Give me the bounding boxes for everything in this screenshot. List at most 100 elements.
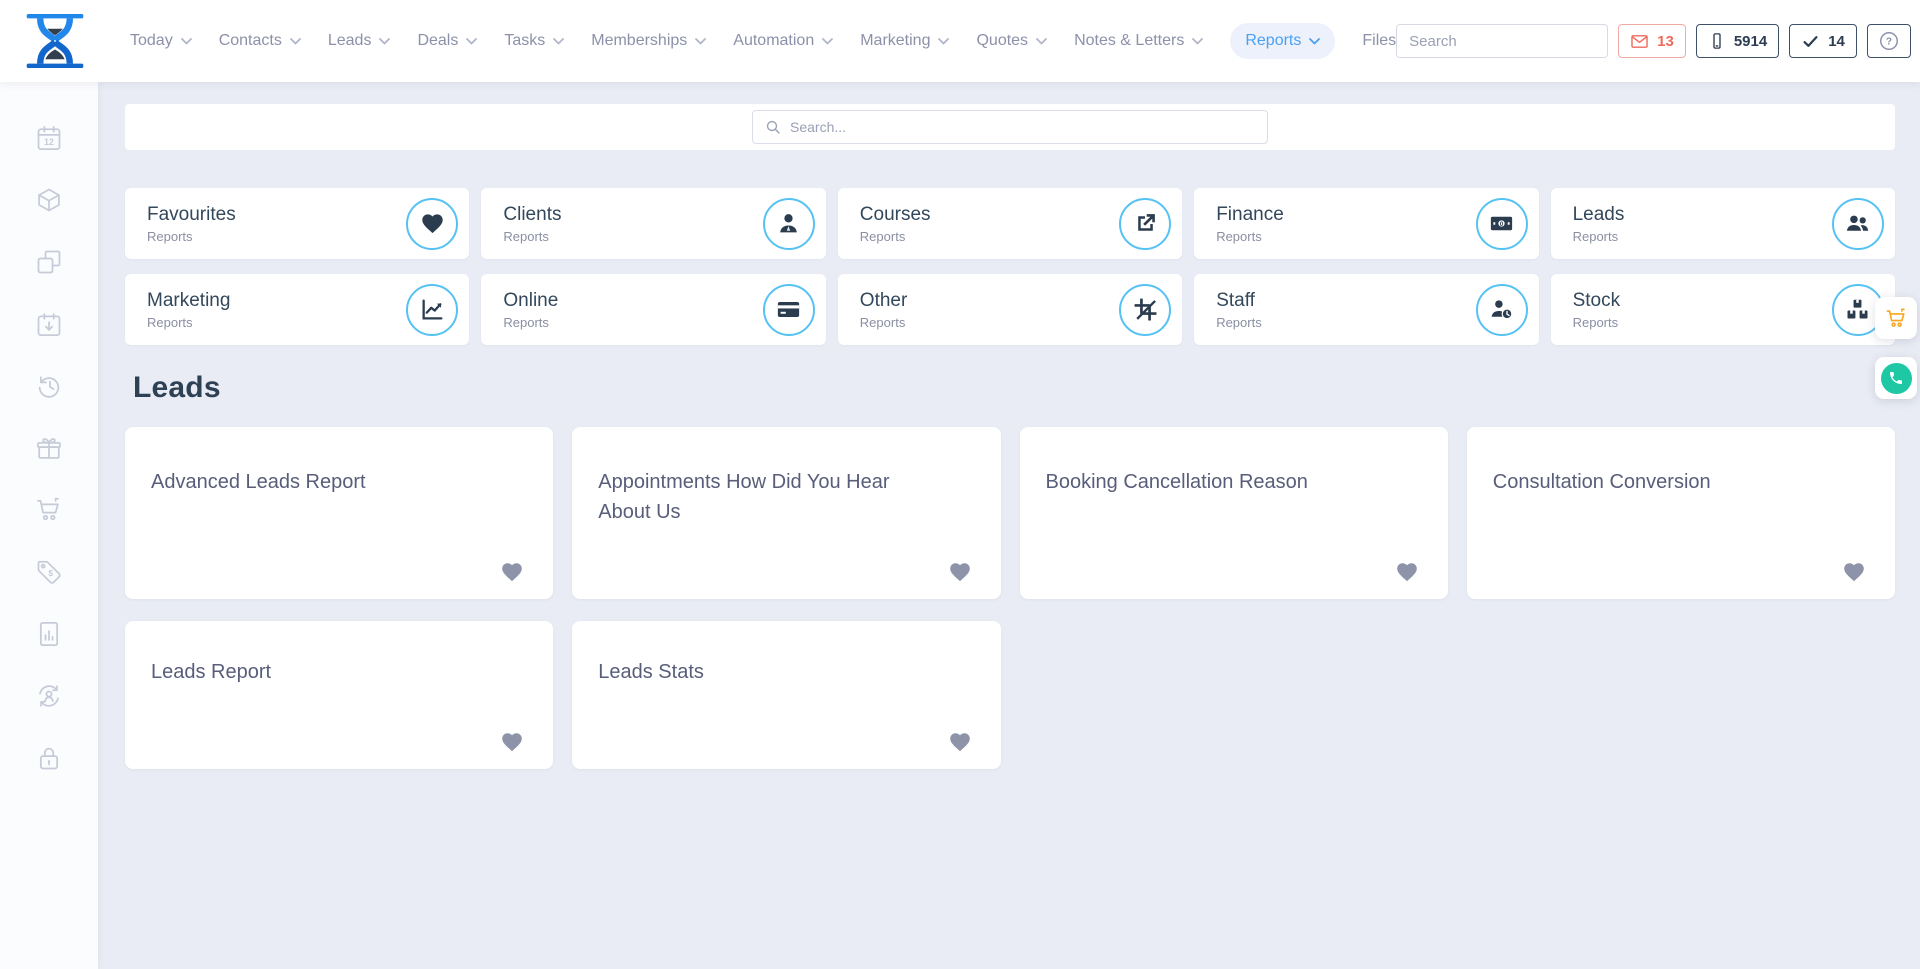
category-card-online[interactable]: Online Reports xyxy=(481,274,825,345)
chevron-down-icon xyxy=(938,38,949,45)
nav-item-files[interactable]: Files xyxy=(1362,32,1396,50)
global-search xyxy=(1396,24,1608,58)
category-card-stock[interactable]: Stock Reports xyxy=(1551,274,1895,345)
category-card-other[interactable]: Other Reports xyxy=(838,274,1182,345)
phone-badge[interactable]: 5914 xyxy=(1696,24,1779,58)
sidebar-gift-icon[interactable] xyxy=(35,434,63,462)
chevron-down-icon xyxy=(1309,38,1320,45)
reports-grid: Advanced Leads Report Appointments How D… xyxy=(125,427,1895,769)
category-subtitle: Reports xyxy=(147,229,236,244)
category-title: Online xyxy=(503,290,558,312)
chevron-down-icon xyxy=(695,38,706,45)
nav-item-today[interactable]: Today xyxy=(130,32,192,50)
nav-item-leads[interactable]: Leads xyxy=(328,32,391,50)
mail-badge[interactable]: 13 xyxy=(1618,24,1686,58)
category-title: Favourites xyxy=(147,204,236,226)
report-title: Appointments How Did You Hear About Us xyxy=(598,467,944,527)
report-card-booking-cancellation-reason[interactable]: Booking Cancellation Reason xyxy=(1020,427,1448,599)
category-card-courses[interactable]: Courses Reports xyxy=(838,188,1182,259)
user-clock-icon xyxy=(1476,284,1528,336)
report-card-leads-report[interactable]: Leads Report xyxy=(125,621,553,769)
tasks-badge[interactable]: 14 xyxy=(1789,24,1857,58)
sidebar-clone-icon[interactable] xyxy=(35,248,63,276)
chevron-down-icon xyxy=(290,38,301,45)
call-button[interactable] xyxy=(1875,357,1917,399)
chevron-down-icon xyxy=(466,38,477,45)
category-subtitle: Reports xyxy=(503,229,561,244)
user-icon xyxy=(763,198,815,250)
category-subtitle: Reports xyxy=(147,315,230,330)
category-card-clients[interactable]: Clients Reports xyxy=(481,188,825,259)
nav-item-tasks[interactable]: Tasks xyxy=(504,32,564,50)
sidebar-user-sync-icon[interactable] xyxy=(35,682,63,710)
sidebar-package-icon[interactable] xyxy=(35,186,63,214)
category-title: Clients xyxy=(503,204,561,226)
nav-item-marketing[interactable]: Marketing xyxy=(860,32,949,50)
sidebar-price-tag-icon[interactable] xyxy=(35,558,63,586)
favourite-heart-icon[interactable] xyxy=(500,730,524,754)
reports-search-input[interactable] xyxy=(790,119,1255,135)
category-subtitle: Reports xyxy=(1216,229,1284,244)
sidebar-report-chart-icon[interactable] xyxy=(35,620,63,648)
sidebar-calendar-download-icon[interactable] xyxy=(35,310,63,338)
top-navbar: Today Contacts Leads Deals Tasks Members… xyxy=(0,0,1920,82)
category-subtitle: Reports xyxy=(1573,315,1621,330)
phone-count: 5914 xyxy=(1734,33,1767,50)
chevron-down-icon xyxy=(553,38,564,45)
sidebar-history-icon[interactable] xyxy=(35,372,63,400)
favourite-heart-icon[interactable] xyxy=(948,560,972,584)
report-title: Consultation Conversion xyxy=(1493,467,1839,497)
section-title: Leads xyxy=(133,371,1895,405)
left-sidebar xyxy=(0,82,98,969)
chevron-down-icon xyxy=(181,38,192,45)
chevron-down-icon xyxy=(1192,38,1203,45)
check-count: 14 xyxy=(1828,33,1845,50)
chevron-down-icon xyxy=(1036,38,1047,45)
nav-item-memberships[interactable]: Memberships xyxy=(591,32,706,50)
help-button[interactable] xyxy=(1867,24,1911,58)
favourite-heart-icon[interactable] xyxy=(948,730,972,754)
money-bill-icon xyxy=(1476,198,1528,250)
report-card-advanced-leads-report[interactable]: Advanced Leads Report xyxy=(125,427,553,599)
category-card-marketing[interactable]: Marketing Reports xyxy=(125,274,469,345)
category-title: Staff xyxy=(1216,290,1262,312)
category-title: Marketing xyxy=(147,290,230,312)
check-icon xyxy=(1801,32,1820,51)
category-subtitle: Reports xyxy=(1573,229,1625,244)
nav-item-contacts[interactable]: Contacts xyxy=(219,32,301,50)
app-logo-hourglass-icon[interactable] xyxy=(24,14,86,68)
category-title: Stock xyxy=(1573,290,1621,312)
global-search-input[interactable] xyxy=(1397,25,1608,57)
reports-search xyxy=(752,110,1268,144)
cart-icon xyxy=(1885,307,1908,330)
category-card-favourites[interactable]: Favourites Reports xyxy=(125,188,469,259)
nav-item-automation[interactable]: Automation xyxy=(733,32,833,50)
report-title: Advanced Leads Report xyxy=(151,467,497,497)
report-card-consultation-conversion[interactable]: Consultation Conversion xyxy=(1467,427,1895,599)
report-title: Leads Report xyxy=(151,657,497,687)
report-card-leads-stats[interactable]: Leads Stats xyxy=(572,621,1000,769)
nav-item-notes-letters[interactable]: Notes & Letters xyxy=(1074,32,1203,50)
favourite-heart-icon[interactable] xyxy=(500,560,524,584)
favourite-heart-icon[interactable] xyxy=(1395,560,1419,584)
nav-item-quotes[interactable]: Quotes xyxy=(976,32,1047,50)
sidebar-lock-icon[interactable] xyxy=(35,744,63,772)
sidebar-cart-icon[interactable] xyxy=(35,496,63,524)
sidebar-calendar-12-icon[interactable] xyxy=(35,124,63,152)
nav-item-reports[interactable]: Reports xyxy=(1230,23,1335,59)
category-card-staff[interactable]: Staff Reports xyxy=(1194,274,1538,345)
navbar-right-group: 13 5914 14 LONDON SUPPORT xyxy=(1396,20,1920,62)
category-title: Leads xyxy=(1573,204,1625,226)
nav-item-deals[interactable]: Deals xyxy=(417,32,477,50)
mobile-phone-icon xyxy=(1708,32,1726,50)
users-icon xyxy=(1832,198,1884,250)
phone-icon xyxy=(1888,370,1904,386)
category-subtitle: Reports xyxy=(1216,315,1262,330)
report-card-appointments-how-did-you-hear-about-us[interactable]: Appointments How Did You Hear About Us xyxy=(572,427,1000,599)
chart-line-icon xyxy=(406,284,458,336)
favourite-heart-icon[interactable] xyxy=(1842,560,1866,584)
external-link-icon xyxy=(1119,198,1171,250)
basket-button[interactable] xyxy=(1875,297,1917,339)
category-card-finance[interactable]: Finance Reports xyxy=(1194,188,1538,259)
category-card-leads[interactable]: Leads Reports xyxy=(1551,188,1895,259)
